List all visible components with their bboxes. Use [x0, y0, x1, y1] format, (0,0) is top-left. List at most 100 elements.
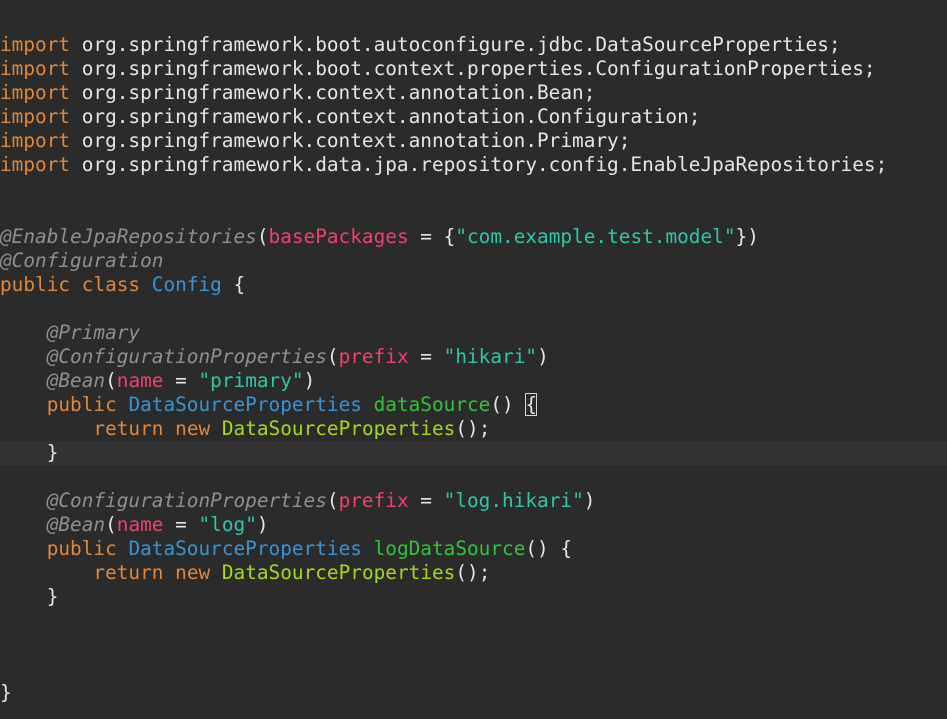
- code-token: @ConfigurationProperties: [46, 489, 327, 512]
- code-token: org.springframework.context.annotation.B…: [70, 81, 596, 104]
- code-token: DataSourceProperties: [128, 393, 362, 416]
- code-token: ): [583, 489, 596, 512]
- code-token: }: [0, 441, 59, 464]
- code-token: dataSource: [373, 393, 491, 416]
- code-token: (: [326, 345, 339, 368]
- code-line[interactable]: @Bean(name = "primary"): [0, 369, 947, 393]
- code-token: (: [105, 513, 117, 536]
- code-token: prefix: [338, 489, 409, 512]
- code-editor[interactable]: import org.springframework.boot.autoconf…: [0, 0, 947, 719]
- code-line[interactable]: }: [0, 441, 947, 465]
- code-line[interactable]: }: [0, 585, 947, 609]
- code-line[interactable]: public class Config {: [0, 273, 947, 297]
- code-token: = {: [408, 225, 456, 248]
- code-token: ();: [455, 417, 491, 440]
- code-line[interactable]: import org.springframework.context.annot…: [0, 81, 947, 105]
- code-token: org.springframework.data.jpa.repository.…: [70, 153, 888, 176]
- code-line[interactable]: import org.springframework.data.jpa.repo…: [0, 153, 947, 177]
- code-token: import: [0, 57, 71, 80]
- code-token: }): [735, 225, 759, 248]
- code-token: org.springframework.boot.autoconfigure.j…: [70, 33, 841, 56]
- code-token: (: [326, 489, 339, 512]
- code-line[interactable]: public DataSourceProperties dataSource()…: [0, 393, 947, 417]
- code-token: import: [0, 81, 71, 104]
- code-line[interactable]: @ConfigurationProperties(prefix = "log.h…: [0, 489, 947, 513]
- code-line[interactable]: @EnableJpaRepositories(basePackages = {"…: [0, 225, 947, 249]
- code-line[interactable]: }: [0, 681, 947, 705]
- code-token: import: [0, 129, 71, 152]
- code-line[interactable]: @Bean(name = "log"): [0, 513, 947, 537]
- code-token: DataSourceProperties: [128, 537, 362, 560]
- matched-brace: {: [525, 393, 538, 416]
- code-token: (): [490, 393, 526, 416]
- code-token: @Primary: [46, 321, 141, 344]
- code-line[interactable]: import org.springframework.context.annot…: [0, 129, 947, 153]
- code-line[interactable]: @Configuration: [0, 249, 947, 273]
- code-token: Config: [151, 273, 222, 296]
- code-line[interactable]: return new DataSourceProperties();: [0, 561, 947, 585]
- code-token: public: [46, 537, 117, 560]
- code-token: }: [0, 681, 12, 704]
- code-token: class: [81, 273, 141, 296]
- code-token: ): [303, 369, 316, 392]
- code-token: =: [163, 513, 199, 536]
- code-token: basePackages: [268, 225, 409, 248]
- code-token: logDataSource: [373, 537, 526, 560]
- code-token: prefix: [338, 345, 409, 368]
- code-token: "hikari": [443, 345, 538, 368]
- code-line[interactable]: public DataSourceProperties logDataSourc…: [0, 537, 947, 561]
- code-token: =: [408, 345, 444, 368]
- code-token: import: [0, 33, 71, 56]
- code-token: name: [116, 369, 164, 392]
- code-token: "log.hikari": [443, 489, 584, 512]
- code-line[interactable]: import org.springframework.context.annot…: [0, 105, 947, 129]
- code-token: @Bean: [46, 513, 106, 536]
- code-token: =: [163, 369, 199, 392]
- code-token: new: [175, 417, 211, 440]
- code-token: @EnableJpaRepositories: [0, 225, 257, 248]
- code-token: "com.example.test.model": [455, 225, 736, 248]
- code-line[interactable]: @Primary: [0, 321, 947, 345]
- code-token: "primary": [198, 369, 304, 392]
- code-token: org.springframework.context.annotation.P…: [70, 129, 631, 152]
- code-token: org.springframework.context.annotation.C…: [70, 105, 701, 128]
- code-line[interactable]: import org.springframework.boot.autoconf…: [0, 33, 947, 57]
- code-token: ();: [455, 561, 491, 584]
- code-token: }: [0, 585, 59, 608]
- code-token: import: [0, 153, 71, 176]
- code-token: ): [256, 513, 269, 536]
- code-token: import: [0, 105, 71, 128]
- code-token: new: [175, 561, 211, 584]
- code-token: (: [105, 369, 117, 392]
- code-token: public: [0, 273, 71, 296]
- code-token: =: [408, 489, 444, 512]
- code-line[interactable]: return new DataSourceProperties();: [0, 417, 947, 441]
- code-token: () {: [525, 537, 573, 560]
- code-token: @Bean: [46, 369, 106, 392]
- code-token: return: [93, 561, 164, 584]
- code-token: org.springframework.boot.context.propert…: [70, 57, 876, 80]
- code-token: return: [93, 417, 164, 440]
- code-token: DataSourceProperties: [221, 417, 456, 440]
- code-line[interactable]: import org.springframework.boot.context.…: [0, 57, 947, 81]
- code-token: DataSourceProperties: [221, 561, 456, 584]
- code-token: @Configuration: [0, 249, 164, 272]
- code-line[interactable]: @ConfigurationProperties(prefix = "hikar…: [0, 345, 947, 369]
